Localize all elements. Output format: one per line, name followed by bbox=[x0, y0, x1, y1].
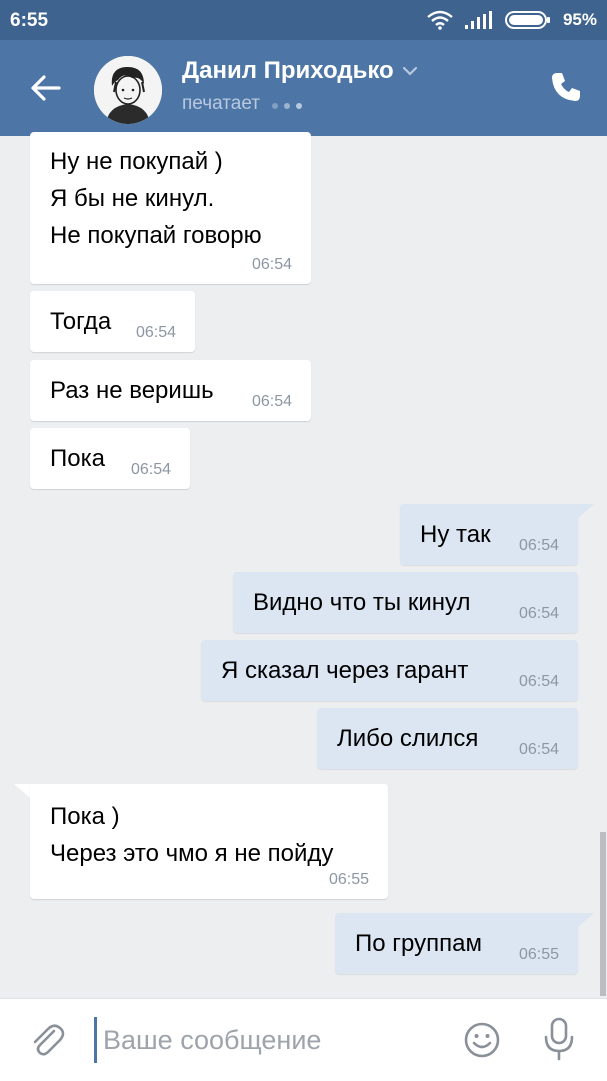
bubble-tail bbox=[578, 913, 594, 927]
message-outgoing[interactable]: Либо слился 06:54 bbox=[317, 708, 578, 769]
message-incoming[interactable]: Ну не покупай ) Я бы не кинул. Не покупа… bbox=[30, 132, 311, 284]
status-bar: 6:55 95% bbox=[0, 0, 607, 40]
message-time: 06:54 bbox=[130, 461, 171, 478]
message-text: Ну так bbox=[420, 521, 491, 548]
status-time: 6:55 bbox=[10, 10, 49, 31]
status-icons: 95% bbox=[427, 9, 597, 31]
signal-icon bbox=[464, 11, 492, 29]
message-text: Видно что ты кинул bbox=[253, 589, 471, 616]
paperclip-icon[interactable] bbox=[28, 1021, 66, 1059]
typing-status: печатает bbox=[182, 93, 302, 115]
message-incoming[interactable]: Пока ) Через это чмо я не пойду 06:55 bbox=[30, 784, 388, 899]
message-text: Ну не покупай ) bbox=[50, 148, 223, 175]
message-incoming[interactable]: Тогда 06:54 bbox=[30, 291, 195, 352]
message-time: 06:54 bbox=[135, 324, 176, 341]
message-input[interactable] bbox=[94, 1017, 443, 1063]
message-text: Я сказал через гарант bbox=[221, 657, 469, 684]
message-incoming[interactable]: Раз не веришь 06:54 bbox=[30, 360, 311, 421]
battery-icon bbox=[504, 11, 550, 29]
avatar-image bbox=[94, 56, 162, 124]
emoji-icon[interactable] bbox=[463, 1021, 501, 1059]
avatar[interactable] bbox=[94, 56, 162, 124]
message-text: Я бы не кинул. bbox=[50, 185, 215, 212]
scrollbar[interactable] bbox=[600, 832, 606, 996]
message-outgoing[interactable]: Я сказал через гарант 06:54 bbox=[201, 640, 578, 701]
message-time: 06:54 bbox=[518, 605, 559, 622]
phone-icon[interactable] bbox=[549, 70, 583, 104]
message-text: Через это чмо я не пойду bbox=[50, 840, 334, 867]
message-text: По группам bbox=[355, 930, 482, 957]
back-arrow-icon[interactable] bbox=[28, 70, 64, 106]
message-time: 06:54 bbox=[251, 393, 292, 410]
message-time: 06:54 bbox=[251, 256, 292, 273]
bubble-tail bbox=[578, 504, 594, 518]
microphone-icon[interactable] bbox=[542, 1017, 576, 1061]
bubble-tail bbox=[14, 784, 30, 798]
message-time: 06:54 bbox=[518, 537, 559, 554]
message-time: 06:54 bbox=[518, 741, 559, 758]
message-time: 06:55 bbox=[328, 871, 369, 888]
message-text: Тогда bbox=[50, 308, 112, 335]
message-text: Не покупай говорю bbox=[50, 222, 262, 249]
typing-status-text: печатает bbox=[182, 93, 260, 114]
message-text: Либо слился bbox=[337, 725, 479, 752]
message-text: Пока bbox=[50, 445, 105, 472]
contact-name[interactable]: Данил Приходько bbox=[182, 57, 418, 85]
battery-percent: 95% bbox=[562, 10, 597, 29]
message-outgoing[interactable]: По группам 06:55 bbox=[335, 913, 578, 974]
wifi-icon bbox=[427, 10, 453, 30]
message-time: 06:55 bbox=[518, 946, 559, 963]
message-incoming[interactable]: Пока 06:54 bbox=[30, 428, 190, 489]
message-text: Пока ) bbox=[50, 803, 120, 830]
typing-dots bbox=[266, 93, 302, 115]
chat-header: Данил Приходько печатает bbox=[0, 40, 607, 136]
message-composer bbox=[0, 998, 607, 1081]
message-outgoing[interactable]: Ну так 06:54 bbox=[400, 504, 578, 565]
message-outgoing[interactable]: Видно что ты кинул 06:54 bbox=[233, 572, 578, 633]
message-time: 06:54 bbox=[518, 673, 559, 690]
contact-name-text: Данил Приходько bbox=[182, 57, 394, 84]
message-text: Раз не веришь bbox=[50, 377, 214, 404]
chevron-down-icon bbox=[402, 66, 417, 76]
